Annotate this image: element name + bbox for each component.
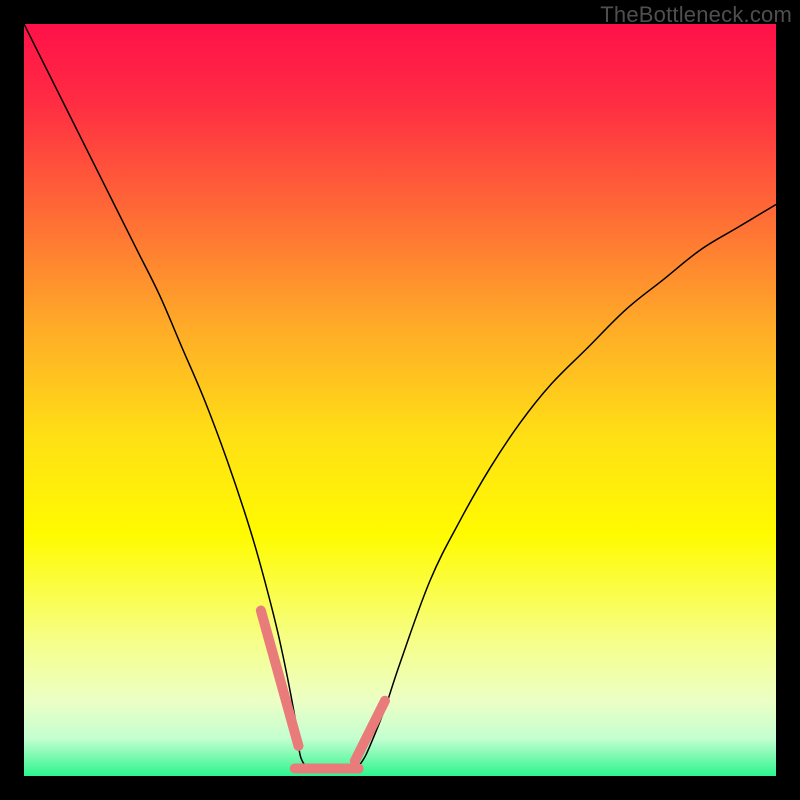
chart-area xyxy=(24,24,776,776)
outer-frame: TheBottleneck.com xyxy=(0,0,800,800)
chart-svg xyxy=(24,24,776,776)
